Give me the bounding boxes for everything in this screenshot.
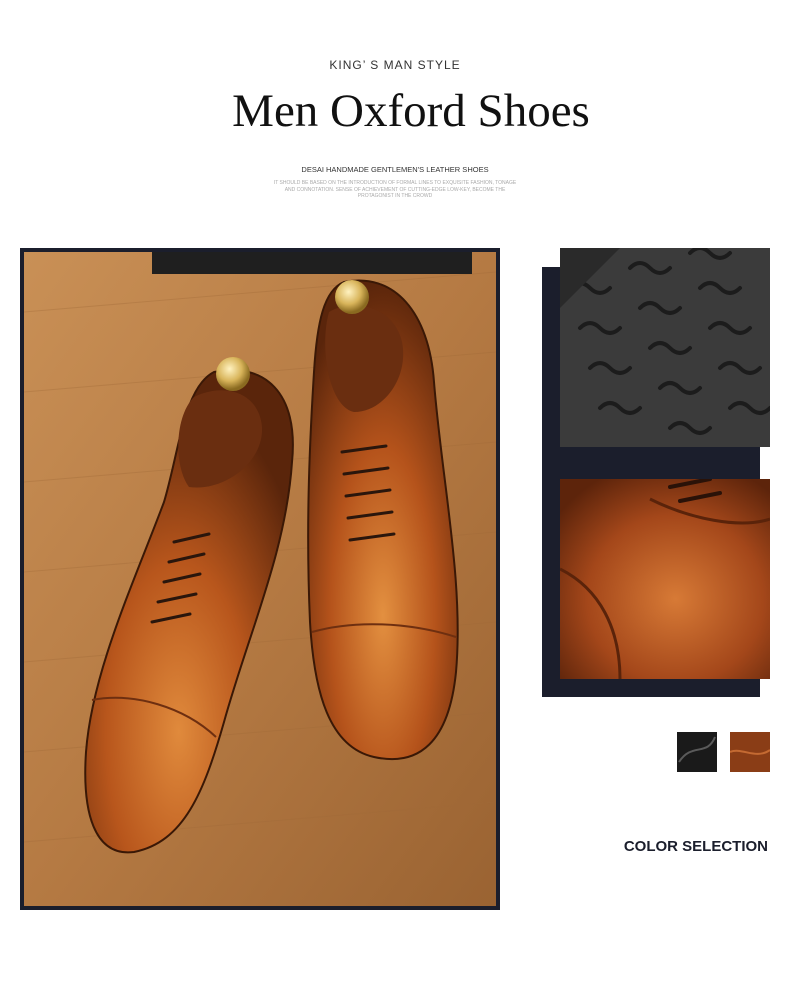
oxford-shoes-illustration <box>24 252 496 906</box>
color-swatch-black[interactable] <box>677 732 717 772</box>
black-leather-texture <box>677 732 717 772</box>
main-product-photo <box>20 248 500 910</box>
leather-toe-illustration <box>560 479 770 679</box>
color-swatch-brown[interactable] <box>730 732 770 772</box>
fineprint-description: IT SHOULD BE BASED ON THE INTRODUCTION O… <box>273 180 517 199</box>
leather-toe-detail-photo <box>560 479 770 679</box>
page-title: Men Oxford Shoes <box>232 85 590 137</box>
sole-detail-photo <box>560 248 770 447</box>
brown-leather-texture <box>730 732 770 772</box>
page-subtitle: DESAI HANDMADE GENTLEMEN'S LEATHER SHOES <box>301 165 489 174</box>
brand-eyebrow: KING’ S MAN STYLE <box>329 58 461 72</box>
sole-wave-illustration <box>560 248 770 447</box>
color-selection-label: COLOR SELECTION <box>623 838 768 855</box>
